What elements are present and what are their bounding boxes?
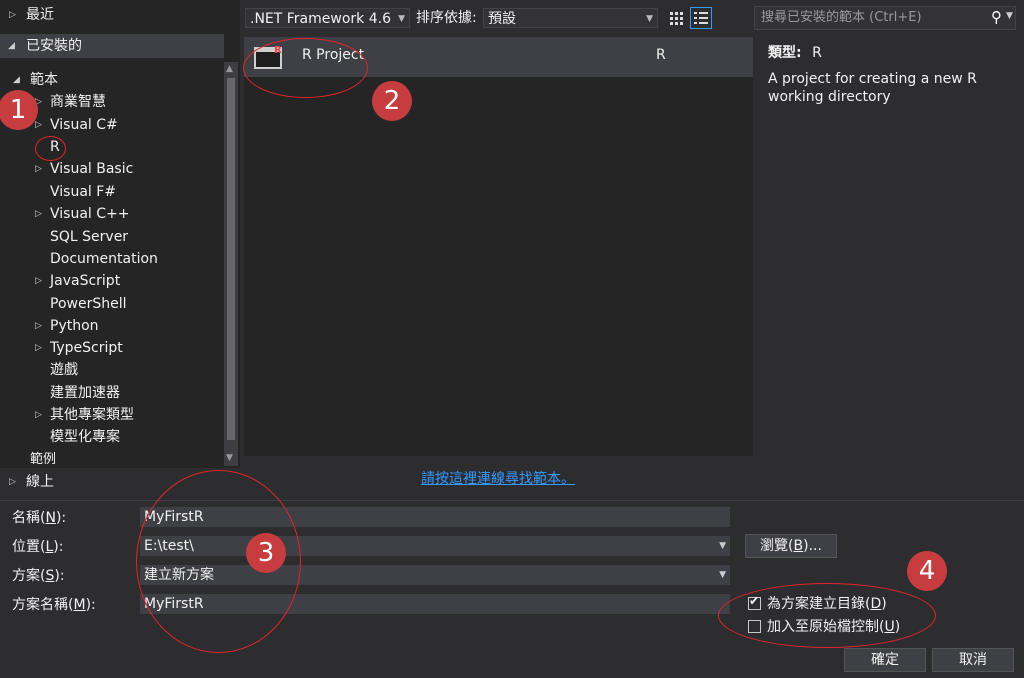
label-text: 名稱( xyxy=(12,510,46,526)
chevron-down-icon: ▼ xyxy=(398,14,405,24)
chevron-down-icon[interactable]: ▼ xyxy=(1006,11,1013,21)
sort-label: 排序依據: xyxy=(416,10,477,26)
annotation-badge-3: 3 xyxy=(246,533,286,573)
search-input[interactable]: 搜尋已安裝的範本 (Ctrl+E) xyxy=(761,9,922,27)
search-templates-box[interactable]: 搜尋已安裝的範本 (Ctrl+E) ⚲ ▼ xyxy=(754,6,1016,30)
expand-arrow-icon: ▷ xyxy=(35,209,42,219)
framework-value: .NET Framework 4.6 xyxy=(250,11,391,27)
template-description: A project for creating a new R working d… xyxy=(768,71,977,105)
label-text: )... xyxy=(803,538,822,554)
list-icon xyxy=(694,12,708,24)
tree-item-label: Visual Basic xyxy=(50,161,134,177)
scroll-down-icon[interactable]: ▼ xyxy=(226,453,233,463)
label-text: 確定 xyxy=(871,652,899,668)
tree-scrollbar-thumb[interactable] xyxy=(227,78,235,440)
online-templates-link[interactable]: 請按這裡連線尋找範本。 xyxy=(421,468,575,488)
tree-item-label: JavaScript xyxy=(50,273,121,289)
tree-item-samples[interactable]: 範例 xyxy=(0,450,224,464)
label-text: ): xyxy=(85,597,96,613)
template-type: 類型: R xyxy=(768,42,822,62)
collapse-arrow-icon: ◢ xyxy=(13,75,20,85)
expand-arrow-icon: ▷ xyxy=(35,276,42,286)
annotation-circle-r-project xyxy=(243,38,368,98)
label-text: 瀏覽( xyxy=(760,538,794,554)
tree-item-label: Visual C# xyxy=(50,117,118,133)
tree-item-label: 其他專案類型 xyxy=(50,407,134,423)
expand-arrow-icon: ▷ xyxy=(35,164,42,174)
tree-item-label: SQL Server xyxy=(50,229,129,245)
tree-item-recent[interactable]: ▷ 最近 xyxy=(0,4,240,26)
expand-arrow-icon: ▷ xyxy=(35,343,42,353)
sort-value: 預設 xyxy=(488,11,516,27)
framework-dropdown[interactable]: .NET Framework 4.6 ▼ xyxy=(245,8,410,28)
annotation-badge-2: 2 xyxy=(372,81,412,121)
tree-item-label: 最近 xyxy=(26,7,54,23)
scroll-up-icon[interactable]: ▲ xyxy=(226,64,233,74)
list-view-button[interactable] xyxy=(690,7,712,29)
solution-label: 方案(S): xyxy=(12,566,65,586)
label-text: 取消 xyxy=(959,652,987,668)
tree-item-label: 模型化專案 xyxy=(50,429,120,445)
small-icons-view-button[interactable] xyxy=(666,8,686,28)
label-text: 方案名稱( xyxy=(12,597,74,613)
location-label: 位置(L): xyxy=(12,537,63,557)
tree-item-label: TypeScript xyxy=(50,340,123,356)
access-key: N xyxy=(45,510,56,526)
cancel-button[interactable]: 取消 xyxy=(932,648,1014,672)
template-list xyxy=(244,37,753,456)
annotation-badge-4: 4 xyxy=(907,551,947,591)
tree-item-label: 範本 xyxy=(30,72,58,88)
chevron-down-icon[interactable]: ▼ xyxy=(719,565,726,585)
search-icon[interactable]: ⚲ xyxy=(991,8,1002,26)
tree-item-label: Documentation xyxy=(50,251,158,267)
tree-item-label: Visual C++ xyxy=(50,206,130,222)
tree-item-label: Python xyxy=(50,318,99,334)
name-label: 名稱(N): xyxy=(12,508,66,528)
tree-item-installed-label[interactable]: ◢ 已安裝的 xyxy=(0,35,224,57)
browse-button[interactable]: 瀏覽(B)... xyxy=(745,534,837,558)
tree-item-label: 範例 xyxy=(30,452,57,464)
type-label: 類型: xyxy=(768,45,802,61)
tree-item-templates[interactable]: ◢ 範本 xyxy=(0,69,224,91)
tree-item-label: 線上 xyxy=(26,474,54,490)
annotation-circle-r xyxy=(35,136,66,161)
tree-item-label: 商業智慧 xyxy=(50,94,106,110)
label-text: 方案( xyxy=(12,568,46,584)
expand-arrow-icon: ▷ xyxy=(35,321,42,331)
sort-dropdown[interactable]: 預設 ▼ xyxy=(483,8,658,28)
template-language: R xyxy=(656,47,666,63)
chevron-down-icon: ▼ xyxy=(646,14,653,24)
label-text: ): xyxy=(54,568,65,584)
tree-item-label: 遊戲 xyxy=(50,362,78,378)
access-key: B xyxy=(793,538,804,554)
tree-item-label: Visual F# xyxy=(50,184,117,200)
collapse-arrow-icon: ◢ xyxy=(8,41,15,51)
annotation-circle-checkboxes xyxy=(718,583,936,648)
tree-item-label: PowerShell xyxy=(50,296,127,312)
label-text: ): xyxy=(53,539,64,555)
solution-name-label: 方案名稱(M): xyxy=(12,595,96,615)
chevron-down-icon[interactable]: ▼ xyxy=(719,536,726,556)
tree-item-label: 已安裝的 xyxy=(26,38,82,54)
expand-arrow-icon: ▷ xyxy=(9,477,16,487)
expand-arrow-icon: ▷ xyxy=(9,10,16,20)
label-text: 位置( xyxy=(12,539,46,555)
label-text: ): xyxy=(55,510,67,526)
type-value: R xyxy=(812,45,822,61)
grid-icon xyxy=(670,12,683,25)
ok-button[interactable]: 確定 xyxy=(844,648,926,672)
tree-item-label: 建置加速器 xyxy=(50,385,120,401)
access-key: M xyxy=(73,597,86,613)
expand-arrow-icon: ▷ xyxy=(35,410,42,420)
